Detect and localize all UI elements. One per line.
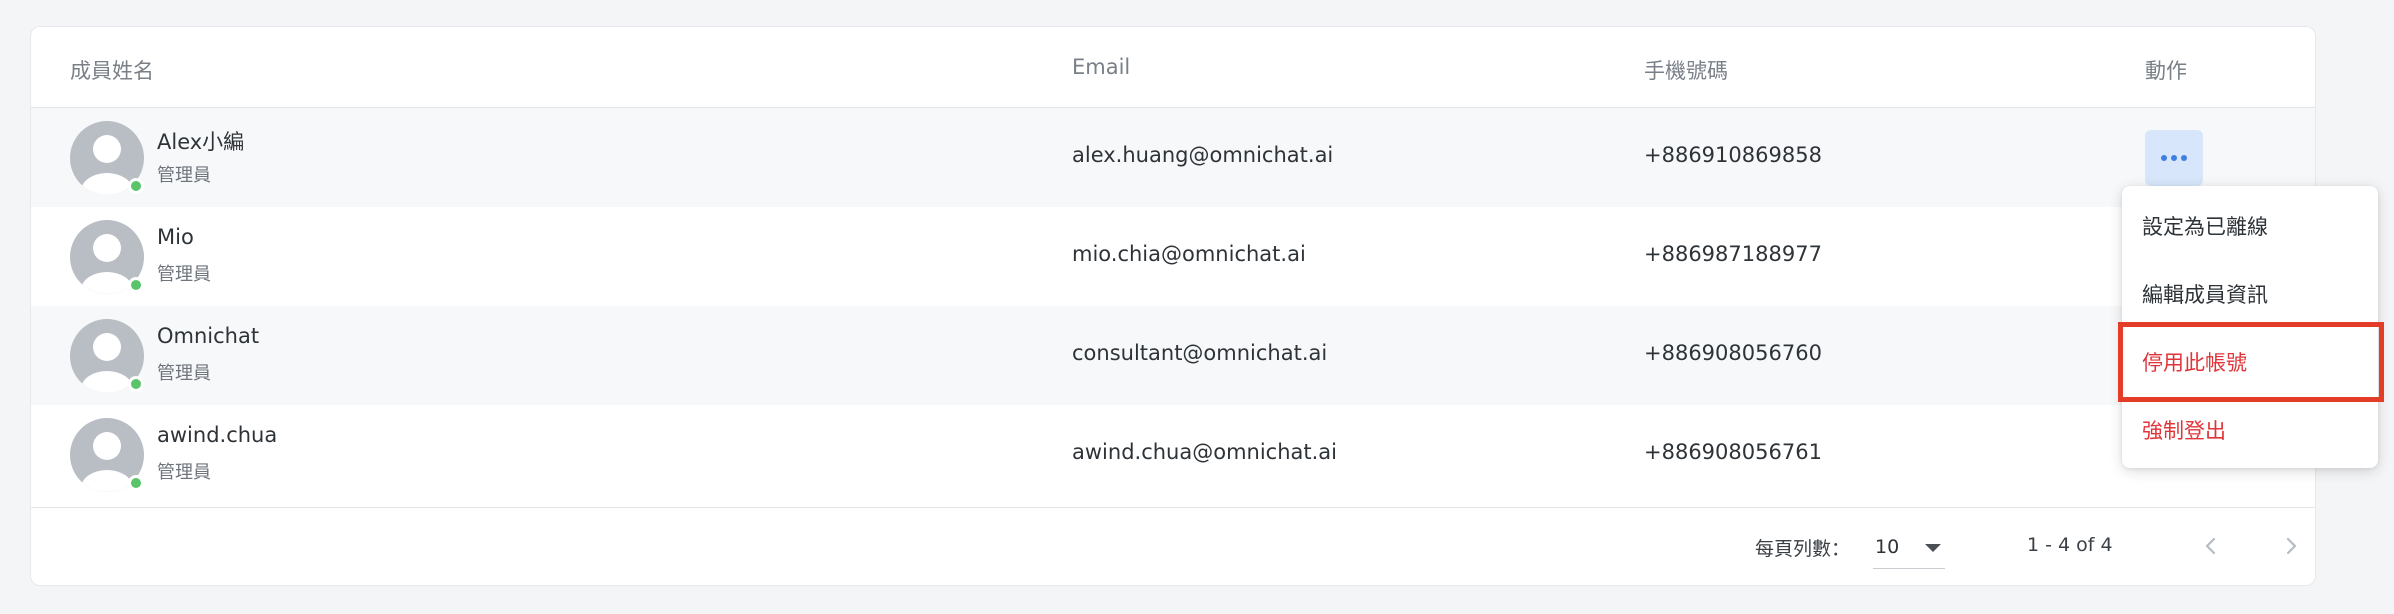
menu-item-label: 編輯成員資訊 xyxy=(2142,283,2268,307)
chevron-left-icon xyxy=(2205,537,2216,555)
menu-item-label: 設定為已離線 xyxy=(2142,215,2268,239)
header-email: Email xyxy=(1072,55,1131,79)
members-table-card: 成員姓名 Email 手機號碼 動作 Alex小編 管理員 alex.huang… xyxy=(30,26,2316,586)
online-status-dot xyxy=(128,475,144,491)
header-phone: 手機號碼 xyxy=(1644,59,1728,83)
member-role: 管理員 xyxy=(157,363,211,384)
highlight-box xyxy=(2118,322,2384,402)
member-role: 管理員 xyxy=(157,462,211,483)
chevron-right-icon xyxy=(2286,537,2297,555)
more-horizontal-icon xyxy=(2181,155,2187,161)
more-horizontal-icon xyxy=(2161,155,2167,161)
previous-page-button[interactable] xyxy=(2191,526,2231,566)
member-phone: +886908056761 xyxy=(1644,440,1822,464)
table-header: 成員姓名 Email 手機號碼 動作 xyxy=(31,27,2315,108)
more-actions-button[interactable] xyxy=(2145,130,2203,186)
menu-item-label: 強制登出 xyxy=(2142,419,2226,443)
online-status-dot xyxy=(128,376,144,392)
member-phone: +886910869858 xyxy=(1644,143,1822,167)
caret-down-icon xyxy=(1925,544,1941,552)
member-phone: +886908056760 xyxy=(1644,341,1822,365)
rows-per-page-label: 每頁列數： xyxy=(1755,538,1851,560)
rows-per-page-value: 10 xyxy=(1875,536,1900,558)
member-name: Mio xyxy=(157,225,194,249)
table-row: Mio 管理員 mio.chia@omnichat.ai +8869871889… xyxy=(31,207,2315,306)
member-role: 管理員 xyxy=(157,264,211,285)
menu-item-force-logout[interactable]: 強制登出 xyxy=(2122,398,2378,458)
member-email: awind.chua@omnichat.ai xyxy=(1072,440,1338,464)
menu-item-set-offline[interactable]: 設定為已離線 xyxy=(2122,194,2378,254)
header-actions: 動作 xyxy=(2145,59,2187,83)
member-name: Alex小編 xyxy=(157,130,245,154)
member-phone: +886987188977 xyxy=(1644,242,1822,266)
next-page-button[interactable] xyxy=(2271,526,2311,566)
member-email: alex.huang@omnichat.ai xyxy=(1072,143,1334,167)
member-email: consultant@omnichat.ai xyxy=(1072,341,1328,365)
member-name: awind.chua xyxy=(157,423,278,447)
table-row: Alex小編 管理員 alex.huang@omnichat.ai +88691… xyxy=(31,108,2315,207)
member-name: Omnichat xyxy=(157,324,260,348)
online-status-dot xyxy=(128,277,144,293)
online-status-dot xyxy=(128,178,144,194)
table-row: Omnichat 管理員 consultant@omnichat.ai +886… xyxy=(31,306,2315,405)
rows-per-page-select[interactable]: 10 xyxy=(1873,522,1945,569)
header-member-name: 成員姓名 xyxy=(70,59,154,83)
table-row: awind.chua 管理員 awind.chua@omnichat.ai +8… xyxy=(31,405,2315,504)
table-pagination: 每頁列數： 10 1 - 4 of 4 xyxy=(31,507,2315,588)
more-horizontal-icon xyxy=(2171,155,2177,161)
menu-item-edit-member[interactable]: 編輯成員資訊 xyxy=(2122,262,2378,322)
member-email: mio.chia@omnichat.ai xyxy=(1072,242,1306,266)
pagination-range: 1 - 4 of 4 xyxy=(2027,534,2113,556)
member-role: 管理員 xyxy=(157,165,211,186)
